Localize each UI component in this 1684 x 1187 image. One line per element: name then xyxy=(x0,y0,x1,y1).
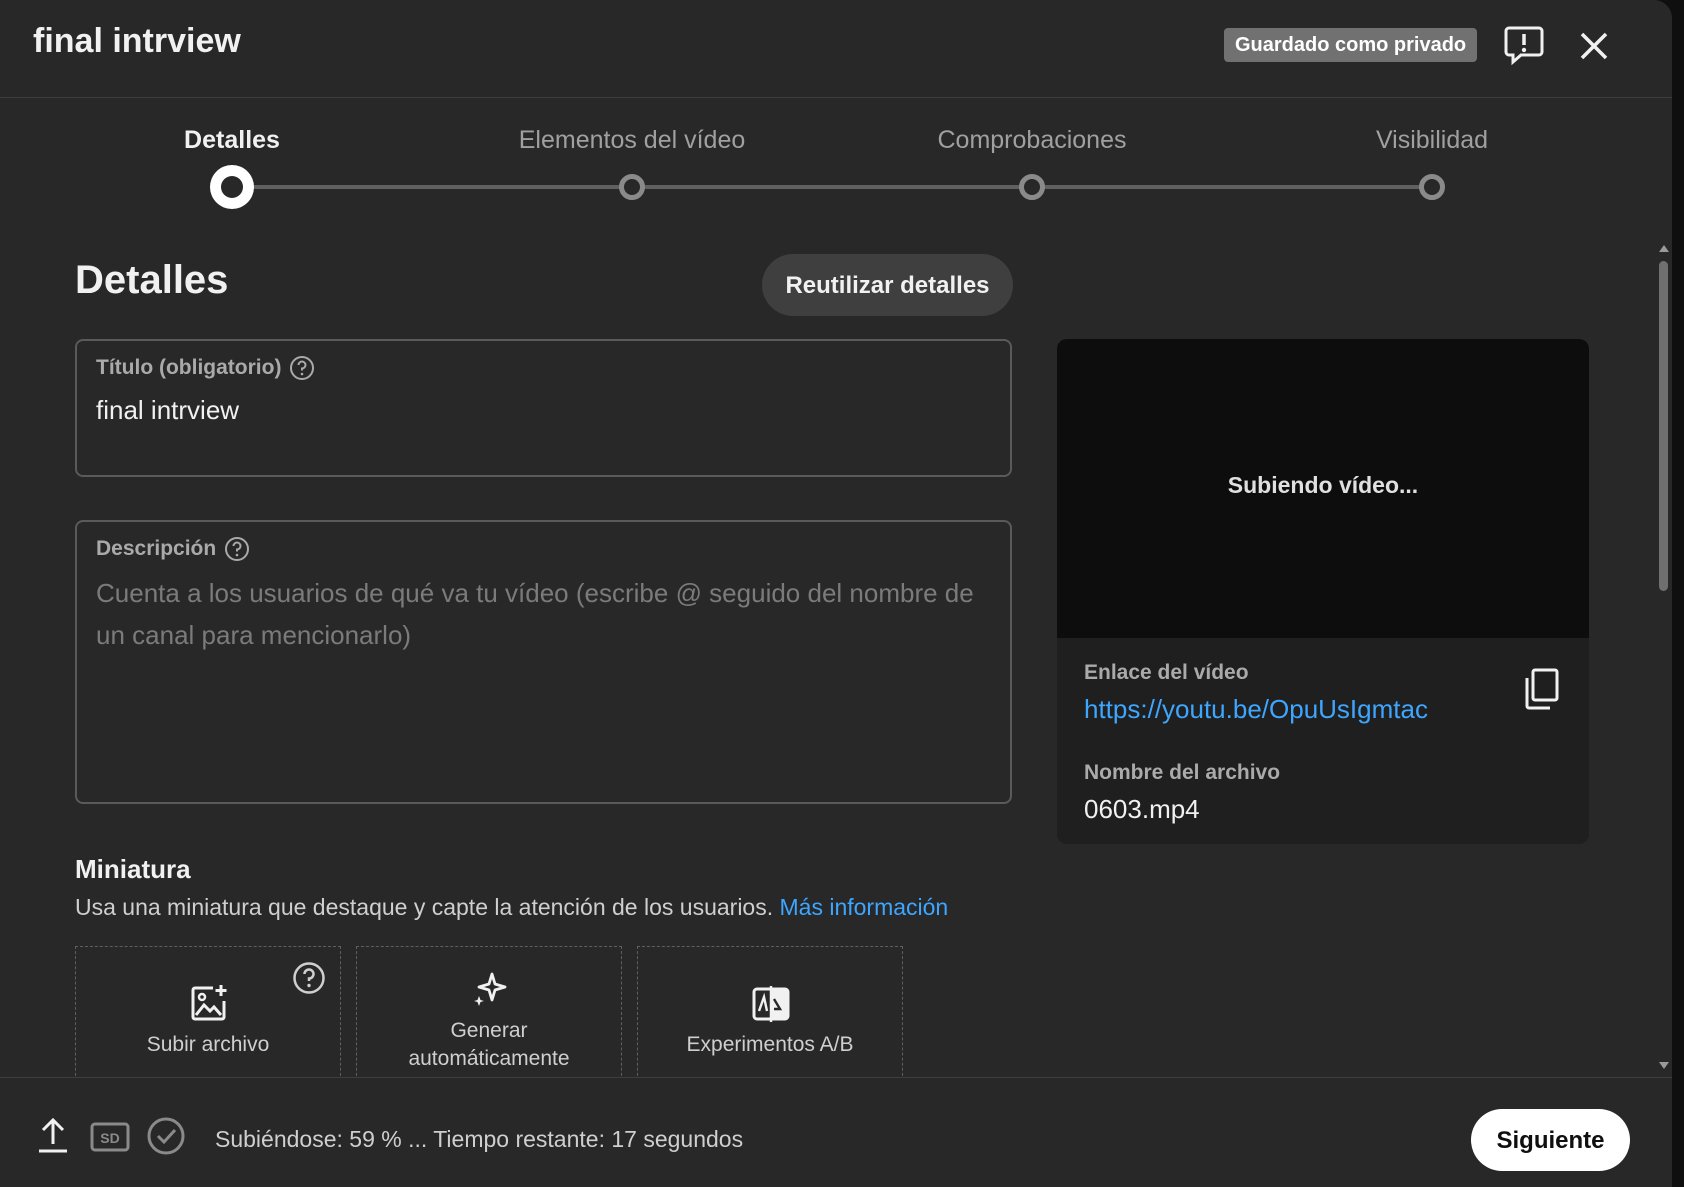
step-dot-checks[interactable] xyxy=(1019,174,1045,200)
dialog-header: final intrview Guardado como privado xyxy=(0,0,1672,98)
scroll-thumb[interactable] xyxy=(1659,261,1668,591)
help-icon[interactable] xyxy=(224,536,250,562)
scroll-down-arrow[interactable] xyxy=(1659,1062,1669,1069)
thumbnail-heading: Miniatura xyxy=(75,854,191,884)
upload-dialog: final intrview Guardado como privado Det… xyxy=(0,0,1672,1187)
video-link[interactable]: https://youtu.be/OpuUsIgmtac xyxy=(1084,694,1428,725)
help-icon[interactable] xyxy=(289,355,315,381)
details-heading: Detalles xyxy=(75,258,229,302)
ab-experiments-button[interactable]: Experimentos A/B xyxy=(637,946,903,1086)
stepper-line xyxy=(232,185,1433,189)
title-input[interactable]: final intrview xyxy=(96,395,239,426)
check-circle-icon xyxy=(147,1117,185,1155)
thumbnail-description: Usa una miniatura que destaque y capte l… xyxy=(75,894,949,920)
upload-icon xyxy=(39,1117,67,1153)
ab-experiments-label: Experimentos A/B xyxy=(686,1033,854,1056)
description-field[interactable]: Descripción Cuenta a los usuarios de qué… xyxy=(75,520,1012,804)
next-button[interactable]: Siguiente xyxy=(1471,1109,1630,1171)
scrollbar[interactable] xyxy=(1656,243,1672,1073)
copy-icon[interactable] xyxy=(1522,667,1562,711)
title-field-label: Título (obligatorio) xyxy=(96,356,282,379)
ab-test-icon xyxy=(752,986,790,1022)
auto-generate-button[interactable]: Generar automáticamente xyxy=(356,946,622,1086)
sd-icon: SD xyxy=(90,1122,130,1152)
video-link-label: Enlace del vídeo xyxy=(1084,661,1249,684)
description-field-label: Descripción xyxy=(96,537,217,560)
sparkle-icon xyxy=(474,972,507,1006)
close-icon[interactable] xyxy=(1574,26,1614,66)
step-dot-video-elements[interactable] xyxy=(619,174,645,200)
help-icon[interactable] xyxy=(292,961,326,995)
file-name: 0603.mp4 xyxy=(1084,794,1200,824)
video-preview: Subiendo vídeo... xyxy=(1057,339,1589,638)
auto-label: automáticamente xyxy=(408,1047,570,1070)
reuse-details-button[interactable]: Reutilizar detalles xyxy=(762,254,1013,316)
step-visibility[interactable]: Visibilidad xyxy=(1376,126,1488,155)
video-preview-card: Subiendo vídeo... Enlace del vídeo https… xyxy=(1057,339,1589,844)
feedback-icon[interactable] xyxy=(1503,24,1545,66)
step-checks[interactable]: Comprobaciones xyxy=(938,126,1127,155)
step-dot-details[interactable] xyxy=(210,165,254,209)
saved-status-badge: Guardado como privado xyxy=(1224,28,1478,62)
generate-label: Generar xyxy=(450,1019,528,1042)
step-dot-visibility[interactable] xyxy=(1419,174,1445,200)
step-details[interactable]: Detalles xyxy=(184,126,280,155)
scroll-up-arrow[interactable] xyxy=(1659,245,1669,252)
more-info-link[interactable]: Más información xyxy=(780,894,949,920)
dialog-title: final intrview xyxy=(33,22,241,60)
uploading-status: Subiendo vídeo... xyxy=(1227,472,1419,498)
step-video-elements[interactable]: Elementos del vídeo xyxy=(519,126,746,155)
upload-status-text: Subiéndose: 59 % ... Tiempo restante: 17… xyxy=(215,1126,744,1152)
image-add-icon xyxy=(191,985,227,1021)
file-name-label: Nombre del archivo xyxy=(1084,761,1281,784)
upload-file-label: Subir archivo xyxy=(146,1033,270,1056)
svg-text:SD: SD xyxy=(100,1130,119,1146)
dialog-footer: SD Subiéndose: 59 % ... Tiempo restante:… xyxy=(0,1077,1672,1187)
upload-thumbnail-button[interactable]: Subir archivo xyxy=(75,946,341,1086)
title-field[interactable]: Título (obligatorio) final intrview xyxy=(75,339,1012,477)
description-input[interactable]: Cuenta a los usuarios de qué va tu vídeo… xyxy=(96,572,980,656)
